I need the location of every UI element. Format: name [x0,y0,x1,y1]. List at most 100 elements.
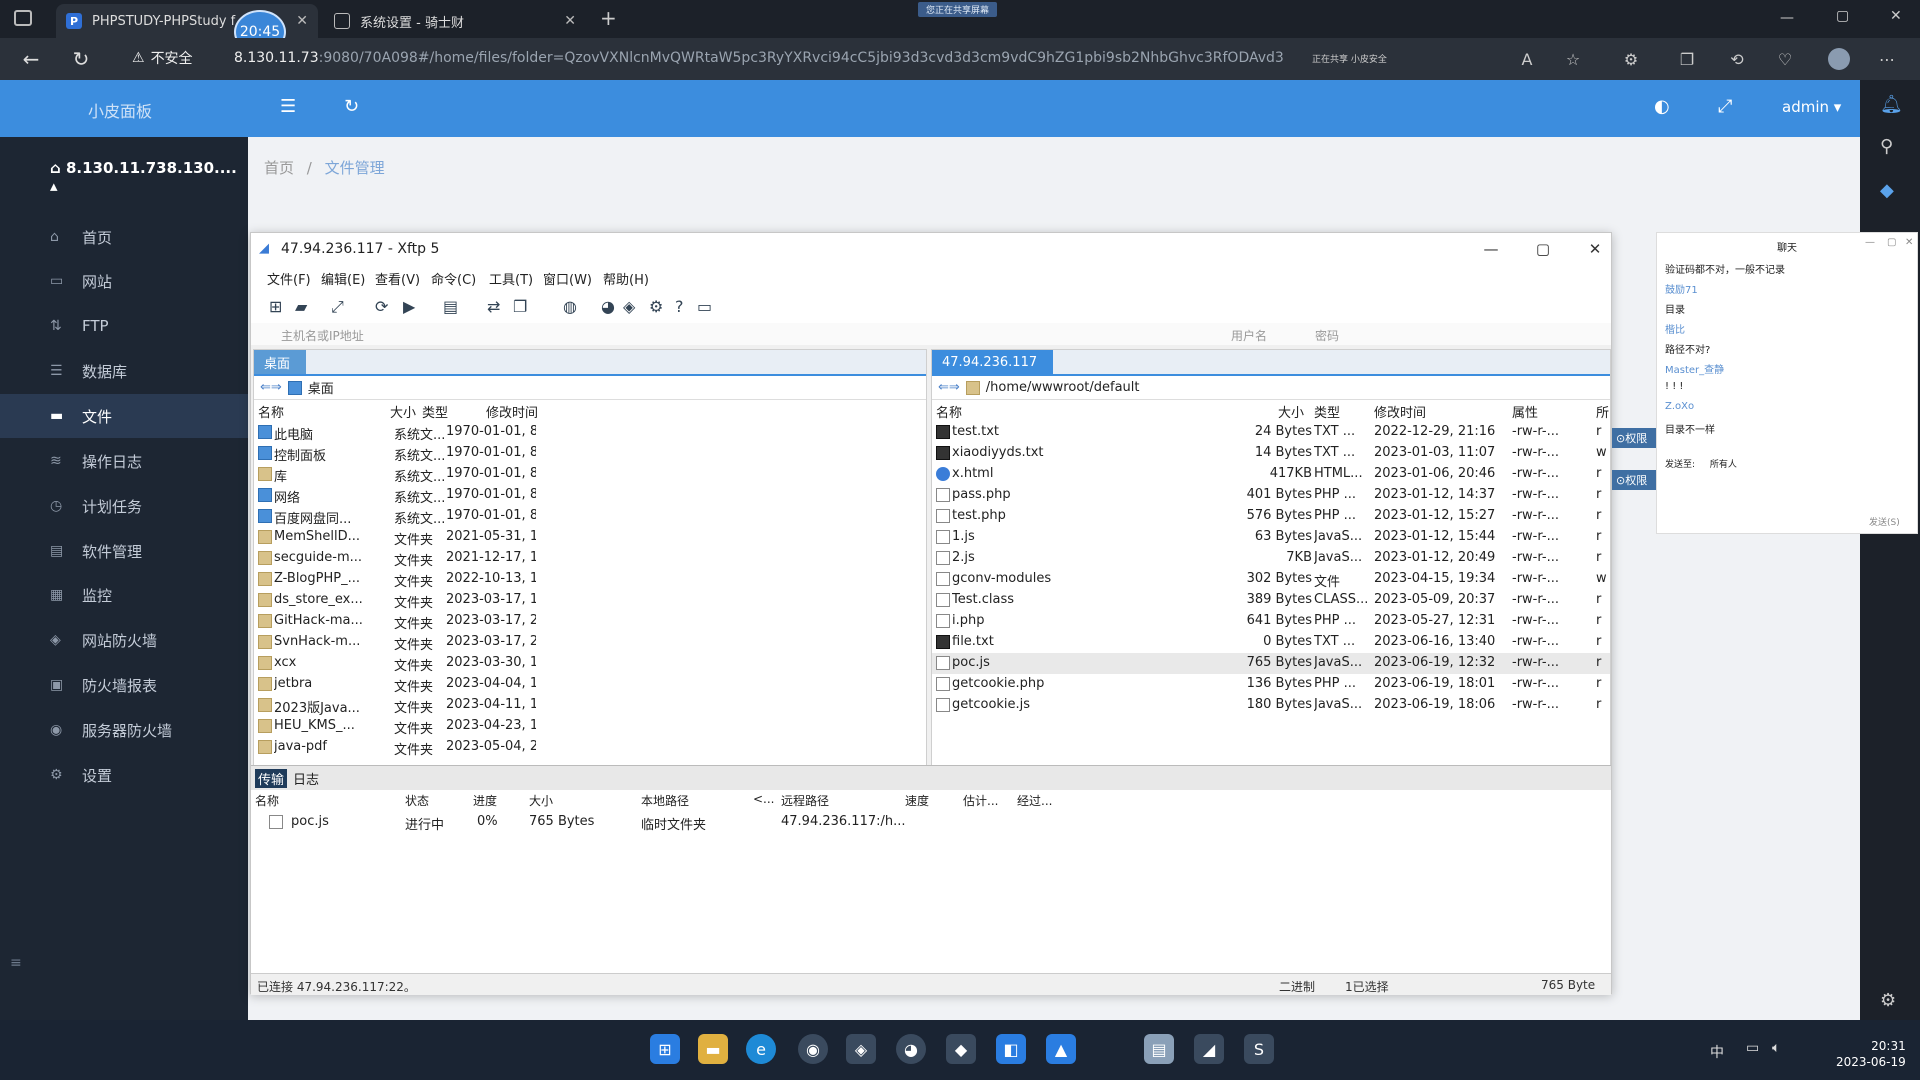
reload-icon[interactable]: ↻ [68,46,94,72]
list-item[interactable]: ds_store_ex... 文件夹 2023-03-17, 1... [254,590,926,611]
list-item[interactable]: 2.js 7KB JavaS... 2023-01-12, 20:49 -rw-r-..… [932,548,1610,569]
maximize-window-icon[interactable]: ▢ [1836,8,1849,24]
col-attr[interactable]: 属性 [1512,402,1538,421]
col-size[interactable]: 大小 [390,402,416,421]
sidebar-item-server-firewall[interactable]: ◉ 服务器防火墙 [0,708,248,752]
list-item[interactable]: x.html 417KB HTML... 2023-01-06, 20:46 -rw-r… [932,464,1610,485]
extensions-icon[interactable]: ⚙ [1620,48,1642,70]
col-local-path[interactable]: 本地路径 [641,792,689,809]
col-owner[interactable]: 所 [1596,402,1609,421]
list-item[interactable]: test.txt 24 Bytes TXT ... 2022-12-29, 21:16… [932,422,1610,443]
col-direction[interactable]: <... [753,792,775,806]
list-item[interactable]: poc.js 765 Bytes JavaS... 2023-06-19, 12:32… [932,653,1610,674]
menu-file[interactable]: 文件(F) [267,269,311,288]
xftp-close-icon[interactable]: ✕ [1583,237,1607,261]
list-item[interactable]: 2023版Java... 文件夹 2023-04-11, 1... [254,695,926,716]
collections-icon[interactable]: ❐ [1676,48,1698,70]
app-icon[interactable]: S [1244,1034,1274,1064]
copy-icon[interactable]: ❐ [513,297,527,316]
new-tab-icon[interactable]: + [600,6,617,30]
fullscreen-icon[interactable]: ⤢ [1718,96,1732,117]
app-icon[interactable]: ▤ [1144,1034,1174,1064]
sidebar-item-ftp[interactable]: ⇅ FTP [0,304,248,348]
host-input[interactable]: 主机名或IP地址 [281,327,364,344]
col-type[interactable]: 类型 [1314,402,1340,421]
history-icon[interactable]: ⟲ [1726,48,1748,70]
close-window-icon[interactable]: ✕ [1890,8,1902,24]
list-item[interactable]: 库 系统文...1970-01-01, 8... [254,464,926,485]
list-item[interactable]: gconv-modules 302 Bytes 文件 2023-04-15, 19:3… [932,569,1610,590]
list-item[interactable]: xcx 文件夹 2023-03-30, 1... [254,653,926,674]
menu-view[interactable]: 查看(V) [375,269,420,288]
tab-remote-host[interactable]: 47.94.236.117 [932,350,1054,374]
tab-log[interactable]: 日志 [293,769,319,788]
transfer-row[interactable]: poc.js 进行中 0% 765 Bytes 临时文件夹 47.94.236.… [251,812,1611,833]
list-item[interactable]: 网络 系统文...1970-01-01, 8... [254,485,926,506]
list-item[interactable]: file.txt 0 Bytes TXT ... 2023-06-16, 13:40 -… [932,632,1610,653]
col-type[interactable]: 类型 [422,402,448,421]
back-arrow-icon[interactable]: ← [18,46,44,72]
list-item[interactable]: HEU_KMS_... 文件夹 2023-04-23, 1... [254,716,926,737]
volume-icon[interactable]: 🔈︎ [1772,1040,1780,1056]
sidebar-item-waf[interactable]: ◈ 网站防火墙 [0,618,248,662]
list-item[interactable]: java-pdf 文件夹 2023-05-04, 2... [254,737,926,758]
list-item[interactable]: 控制面板 系统文...1970-01-01, 8... [254,443,926,464]
server-selector[interactable]: ⌂ 8.130.11.738.130.... ▴ [50,159,248,195]
col-remote-path[interactable]: 远程路径 [781,792,829,809]
app-icon[interactable]: ◆ [946,1034,976,1064]
list-item[interactable]: 百度网盘同... 系统文...1970-01-01, 8... [254,506,926,527]
play-icon[interactable]: ▶ [403,297,415,316]
list-item[interactable]: SvnHack-m... 文件夹 2023-03-17, 2... [254,632,926,653]
heart-icon[interactable]: ♡ [1774,48,1796,70]
favorite-star-icon[interactable]: ☆ [1562,48,1584,70]
menu-help[interactable]: 帮助(H) [603,269,649,288]
chat-minimize-icon[interactable]: — [1865,237,1875,248]
sidebar-item-firewall-report[interactable]: ▣ 防火墙报表 [0,663,248,707]
list-item[interactable]: i.php 641 Bytes PHP ... 2023-05-27, 12:31 -r… [932,611,1610,632]
file-explorer-icon[interactable]: ▬ [698,1034,728,1064]
read-aloud-icon[interactable]: A [1516,48,1538,70]
col-elapsed[interactable]: 经过... [1017,792,1052,809]
col-size[interactable]: 大小 [1278,402,1304,421]
app-icon[interactable]: ◈ [846,1034,876,1064]
app-icon[interactable]: ◕ [896,1034,926,1064]
chat-icon[interactable]: ▭ [697,297,712,316]
open-folder-icon[interactable]: ▰ [295,297,307,316]
permission-badge[interactable]: ⊙ 权限 [1612,470,1656,490]
sidebar-item-cron[interactable]: ◷ 计划任务 [0,484,248,528]
list-item[interactable]: 1.js 63 Bytes JavaS... 2023-01-12, 15:44 -rw… [932,527,1610,548]
back-forward-icon[interactable]: ⇐⇒ [938,380,960,395]
local-path-bar[interactable]: ⇐⇒ 桌面 [254,376,926,400]
list-item[interactable]: getcookie.php 136 Bytes PHP ... 2023-06-19,… [932,674,1610,695]
remote-path-bar[interactable]: ⇐⇒ /home/wwwroot/default [932,376,1610,400]
list-item[interactable]: MemShellD... 文件夹 2021-05-31, 1... [254,527,926,548]
connect-icon[interactable]: ⤢ [331,297,344,317]
reconnect-icon[interactable]: ⟳ [375,297,388,316]
xftp-maximize-icon[interactable]: ▢ [1531,237,1555,261]
sidebar-item-software[interactable]: ▤ 软件管理 [0,529,248,573]
minimize-window-icon[interactable]: — [1780,10,1794,26]
chat-send-button[interactable]: 发送(S) [1869,515,1900,528]
menu-tools[interactable]: 工具(T) [489,269,533,288]
tag-icon[interactable]: ◆ [1880,180,1894,201]
user-menu[interactable]: admin ▾ [1782,98,1841,116]
tab-actions-icon[interactable] [14,10,32,26]
xftp-taskbar-icon[interactable]: ◢ [1194,1034,1224,1064]
col-name[interactable]: 名称 [936,402,962,421]
tab-transfer[interactable]: 传输 [255,769,288,788]
more-menu-icon[interactable]: ⋯ [1876,48,1898,70]
permission-badge[interactable]: ⊙ 权限 [1612,428,1656,448]
col-mtime[interactable]: 修改时间 [1374,402,1426,421]
list-item[interactable]: GitHack-ma... 文件夹 2023-03-17, 2... [254,611,926,632]
close-tab-icon[interactable]: ✕ [296,13,308,29]
profile-avatar[interactable] [1828,48,1850,70]
search-icon[interactable]: ⚲ [1880,136,1893,157]
collapse-icon[interactable]: ≡ [10,955,22,971]
list-item[interactable]: test.php 576 Bytes PHP ... 2023-01-12, 15:2… [932,506,1610,527]
settings-gear-icon[interactable]: ⚙ [649,297,663,316]
list-item[interactable]: 此电脑 系统文...1970-01-01, 8... [254,422,926,443]
insecure-indicator[interactable]: ⚠ 不安全 [132,48,193,68]
new-session-icon[interactable]: ⊞ [269,297,282,316]
document-icon[interactable]: ▤ [443,297,458,316]
ime-indicator[interactable]: 中 [1710,1042,1724,1062]
